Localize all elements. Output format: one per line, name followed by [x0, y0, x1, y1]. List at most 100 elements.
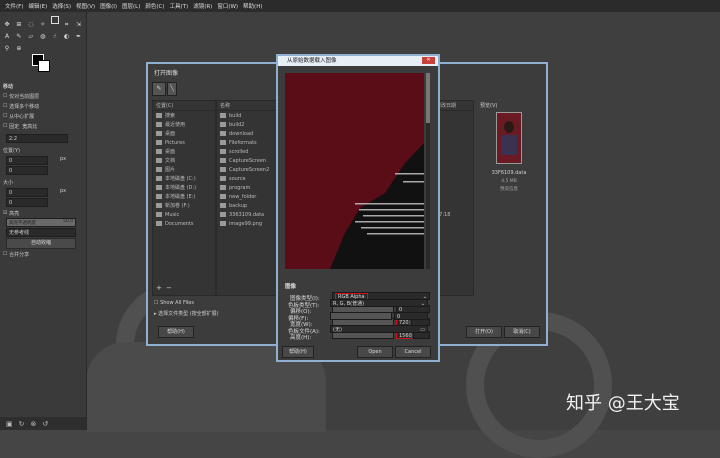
preview-scrollbar[interactable]	[426, 73, 430, 269]
close-icon[interactable]: ✕	[422, 57, 435, 64]
menu-tools[interactable]: 工具(T)	[170, 2, 189, 10]
remove-place-icon[interactable]: −	[166, 284, 172, 292]
autoshrink-button[interactable]: 自动收缩	[6, 238, 76, 249]
folder-icon	[156, 194, 162, 199]
place-item[interactable]: 桌面	[153, 129, 215, 138]
file-type-selector[interactable]: ▸ 选择文件类型 (按全部扩展)	[154, 310, 219, 317]
opt-label: 仅对当前图层	[9, 93, 40, 100]
folder-icon	[220, 185, 226, 190]
size-x-field[interactable]: 0	[6, 188, 48, 197]
folder-icon	[156, 113, 162, 118]
menu-colors[interactable]: 颜色(C)	[145, 2, 164, 10]
paint-tool-icon[interactable]: ✎	[15, 32, 23, 40]
pos-x-field[interactable]: 0	[6, 156, 48, 165]
opt-fixed[interactable]: ☐ 固定 宽高比	[3, 122, 81, 130]
menu-select[interactable]: 选择(S)	[52, 2, 71, 10]
open-help-button[interactable]: 帮助(H)	[158, 326, 194, 338]
eraser-tool-icon[interactable]: ▱	[27, 32, 35, 40]
open-open-button[interactable]: 打开(O)	[466, 326, 502, 338]
pos-y-field[interactable]: 0	[6, 166, 48, 175]
size-y-field[interactable]: 0	[6, 198, 48, 207]
pos-unit[interactable]: px	[60, 156, 66, 162]
save-options-icon[interactable]: ▣	[6, 420, 13, 428]
delete-options-icon[interactable]: ⊗	[31, 420, 37, 428]
import-title: 从原始数据载入图像	[287, 58, 337, 64]
opt-multi-move[interactable]: ☐ 选择多个移动	[3, 102, 81, 110]
type-location-icon[interactable]: ✎	[152, 82, 166, 96]
place-label: 桌面	[165, 149, 176, 155]
menu-edit[interactable]: 编辑(E)	[28, 2, 47, 10]
place-item[interactable]: Pictures	[153, 138, 215, 147]
size-unit[interactable]: px	[60, 188, 66, 194]
place-item[interactable]: 本地磁盘 (D:)	[153, 183, 215, 192]
place-item[interactable]: 本地磁盘 (C:)	[153, 174, 215, 183]
opt-highlight[interactable]: ☑ 高亮	[3, 209, 81, 217]
menu-image[interactable]: 图像(I)	[100, 2, 117, 10]
fixed-value: 宽高比	[22, 123, 38, 130]
menu-layer[interactable]: 图层(L)	[122, 2, 140, 10]
text-tool-icon[interactable]: A	[3, 32, 11, 40]
zoom-tool-icon[interactable]: ⊕	[15, 44, 23, 52]
crop-tool-icon[interactable]: ⌗	[63, 20, 71, 28]
clone-tool-icon[interactable]: ◍	[39, 32, 47, 40]
place-item[interactable]: 新加卷 (F:)	[153, 201, 215, 210]
folder-icon	[156, 140, 162, 145]
add-place-icon[interactable]: +	[156, 284, 162, 292]
place-label: Music	[165, 211, 180, 218]
ratio-field[interactable]: 2:2	[6, 134, 68, 143]
reset-options-icon[interactable]: ↺	[42, 420, 48, 428]
menu-file[interactable]: 文件(F)	[5, 2, 23, 10]
place-item[interactable]: Documents	[153, 219, 215, 228]
bg-color-swatch[interactable]	[38, 60, 50, 72]
place-label: Pictures	[165, 139, 185, 146]
file-name: image99.png	[229, 220, 263, 227]
open-cancel-button[interactable]: 取消(C)	[504, 326, 540, 338]
place-label: 本地磁盘 (C:)	[165, 176, 196, 182]
show-all-checkbox[interactable]: ☐ Show All Files	[154, 300, 194, 306]
opacity-value: 50.0	[62, 219, 73, 224]
place-item[interactable]: 图片	[153, 165, 215, 174]
rect-select-icon[interactable]	[50, 16, 59, 24]
import-cancel-button[interactable]: Cancel	[395, 346, 431, 358]
import-open-button[interactable]: Open	[357, 346, 393, 358]
toolbox-statusbar: ▣ ↻ ⊗ ↺	[0, 417, 86, 430]
transform-tool-icon[interactable]: ⇲	[75, 20, 83, 28]
picker-tool-icon[interactable]: ⚲	[3, 44, 11, 52]
wand-tool-icon[interactable]: ✧	[39, 20, 47, 28]
import-help-button[interactable]: 帮助(H)	[282, 346, 314, 358]
opt-expand-center[interactable]: ☐ 从中心扩展	[3, 112, 81, 120]
tool-grid: ✥ ⊞ ◌ ✧ ⌗ ⇲ A ✎ ▱ ◍ ☝ ◐ ✒ ⚲ ⊕	[0, 12, 86, 56]
folder-icon	[156, 221, 162, 226]
menu-filters[interactable]: 滤镜(R)	[193, 2, 212, 10]
menu-help[interactable]: 帮助(H)	[243, 2, 262, 10]
palette-offset-slider[interactable]	[330, 312, 392, 320]
file-name: CaptureScreen2	[229, 166, 270, 173]
place-item[interactable]: 文档	[153, 156, 215, 165]
place-item[interactable]: 搜索	[153, 111, 215, 120]
align-tool-icon[interactable]: ⊞	[15, 20, 23, 28]
file-name: program	[229, 184, 251, 191]
menu-windows[interactable]: 窗口(W)	[217, 2, 238, 10]
opt-current-layer[interactable]: ☐ 仅对当前图层	[3, 92, 81, 100]
smudge-tool-icon[interactable]: ☝	[51, 32, 59, 40]
opacity-label: 高亮不透明度	[9, 221, 36, 226]
path-bar-button[interactable]: ╲	[167, 82, 177, 96]
dodge-tool-icon[interactable]: ◐	[63, 32, 71, 40]
palette-type-select[interactable]: R, G, B(普通) ⌄	[330, 299, 428, 307]
lasso-tool-icon[interactable]: ◌	[27, 20, 35, 28]
palette-file-chooser[interactable]: (无) ▭	[330, 325, 428, 333]
place-item[interactable]: 最近使用	[153, 120, 215, 129]
place-item[interactable]: 桌面	[153, 147, 215, 156]
menu-view[interactable]: 视图(V)	[76, 2, 95, 10]
preview-filename: 33F6109.data	[491, 170, 527, 176]
restore-options-icon[interactable]: ↻	[19, 420, 25, 428]
guides-select[interactable]: 无参考线	[6, 228, 76, 237]
path-tool-icon[interactable]: ✒	[75, 32, 83, 40]
place-item[interactable]: 本地磁盘 (E:)	[153, 192, 215, 201]
opt-merged[interactable]: ☐ 合并分享	[3, 250, 81, 258]
palette-offset-field[interactable]: 0	[394, 312, 428, 320]
scrollbar-thumb[interactable]	[426, 73, 430, 123]
move-tool-icon[interactable]: ✥	[3, 20, 11, 28]
opacity-slider[interactable]: 高亮不透明度 50.0	[6, 218, 76, 227]
place-item[interactable]: Music	[153, 210, 215, 219]
